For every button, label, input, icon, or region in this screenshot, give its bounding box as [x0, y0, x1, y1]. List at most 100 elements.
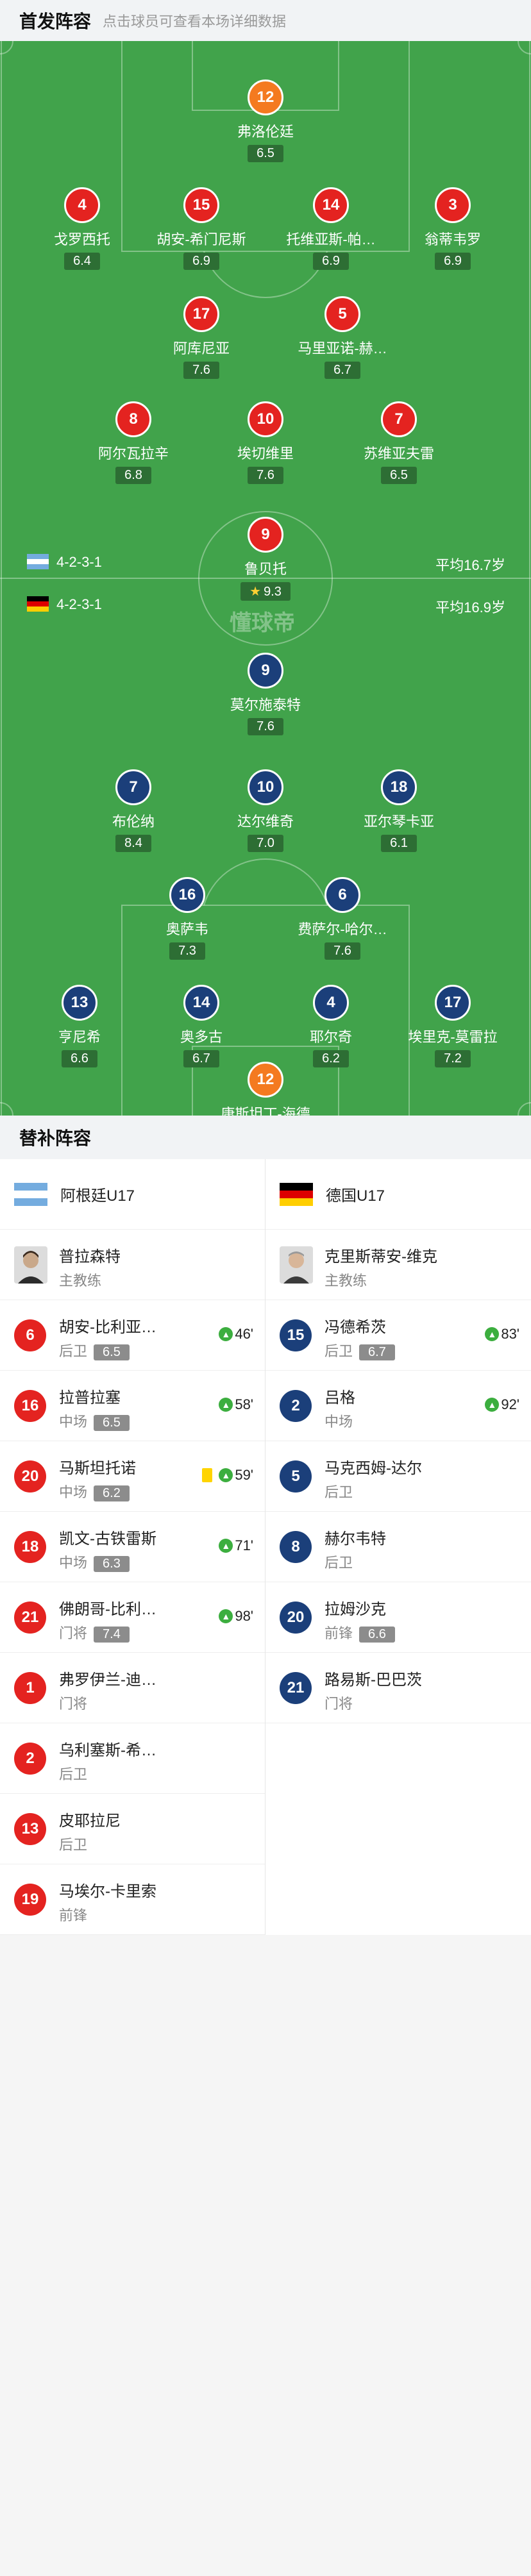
player-marker[interactable]: 5 马里亚诺-赫… 6.7	[278, 296, 407, 379]
player-rating: 6.9	[435, 253, 471, 270]
player-marker[interactable]: 9 莫尔施泰特 7.6	[201, 653, 330, 735]
player-number[interactable]: 9	[248, 517, 283, 553]
player-marker[interactable]: 10 达尔维奇 7.0	[201, 769, 330, 852]
player-marker[interactable]: 14 托维亚斯-帕… 6.9	[267, 187, 395, 270]
player-marker[interactable]: 7 苏维亚夫雷 6.5	[335, 401, 463, 484]
away-team-name: 德国U17	[326, 1187, 385, 1205]
player-marker[interactable]: 3 翁蒂韦罗 6.9	[389, 187, 517, 270]
rating-value: 7.6	[192, 363, 210, 377]
player-number[interactable]: 7	[381, 401, 417, 437]
coach-role: 主教练	[59, 1273, 102, 1289]
sub-player-number: 13	[14, 1813, 46, 1845]
rating-value: 6.5	[257, 146, 274, 160]
player-rating: 6.9	[183, 253, 219, 270]
player-name: 奥多古	[180, 1029, 223, 1045]
player-name: 奥萨韦	[165, 921, 208, 937]
player-number[interactable]: 12	[248, 1062, 283, 1098]
player-marker[interactable]: 13 亨尼希 6.6	[15, 985, 144, 1067]
rating-value: 7.6	[333, 944, 351, 958]
sub-player-row[interactable]: 1 弗罗伊兰-迪… 门将	[0, 1653, 265, 1723]
player-number[interactable]: 12	[248, 79, 283, 115]
player-number[interactable]: 3	[435, 187, 471, 223]
rating-value: 6.1	[390, 836, 408, 850]
sub-player-row[interactable]: 18 凯文-古铁雷斯 中场 6.3 ▲ 71'	[0, 1512, 265, 1582]
player-number[interactable]: 17	[183, 296, 219, 332]
player-number[interactable]: 4	[313, 985, 349, 1021]
rating-value: 7.3	[178, 944, 196, 958]
home-coach-row[interactable]: 普拉森特 主教练	[0, 1230, 265, 1300]
sub-player-rating: 6.7	[359, 1344, 395, 1360]
player-marker[interactable]: 9 鲁贝托 ★ 9.3	[201, 517, 330, 601]
player-number[interactable]: 5	[324, 296, 360, 332]
player-number[interactable]: 18	[381, 769, 417, 805]
sub-player-row[interactable]: 15 冯德希茨 后卫 6.7 ▲ 83'	[266, 1300, 531, 1371]
sub-player-row[interactable]: 21 路易斯-巴巴茨 门将	[266, 1653, 531, 1723]
sub-in-info: ▲ 58'	[219, 1396, 253, 1413]
position-text: 后卫	[324, 1484, 353, 1500]
rating-value: 6.8	[124, 468, 142, 482]
sub-player-number: 19	[14, 1884, 46, 1916]
player-number[interactable]: 10	[248, 401, 283, 437]
player-name: 康斯坦丁-海德	[221, 1106, 310, 1116]
player-marker[interactable]: 17 埃里克-莫雷拉 7.2	[389, 985, 517, 1067]
sub-player-rating: 7.4	[94, 1627, 130, 1643]
sub-player-row[interactable]: 16 拉普拉塞 中场 6.5 ▲ 58'	[0, 1371, 265, 1441]
player-marker[interactable]: 6 费萨尔-哈尔… 7.6	[278, 877, 407, 960]
player-marker[interactable]: 4 戈罗西托 6.4	[18, 187, 146, 270]
player-number[interactable]: 16	[169, 877, 205, 913]
sub-player-name: 乌利塞斯-希…	[59, 1742, 156, 1759]
sub-player-row[interactable]: 13 皮耶拉尼 后卫	[0, 1794, 265, 1864]
player-number[interactable]: 8	[115, 401, 151, 437]
player-rating: 6.5	[248, 145, 283, 162]
player-number[interactable]: 14	[313, 187, 349, 223]
player-number[interactable]: 15	[183, 187, 219, 223]
player-number[interactable]: 13	[62, 985, 97, 1021]
player-number[interactable]: 14	[183, 985, 219, 1021]
sub-player-row[interactable]: 19 马埃尔-卡里索 前锋	[0, 1864, 265, 1935]
player-number[interactable]: 10	[248, 769, 283, 805]
sub-player-row[interactable]: 2 吕格 中场 ▲ 92'	[266, 1371, 531, 1441]
player-marker[interactable]: 8 阿尔瓦拉辛 6.8	[69, 401, 198, 484]
player-marker[interactable]: 7 布伦纳 8.4	[69, 769, 198, 852]
sub-player-row[interactable]: 2 乌利塞斯-希… 后卫	[0, 1723, 265, 1794]
player-number[interactable]: 7	[115, 769, 151, 805]
player-marker[interactable]: 18 亚尔琴卡亚 6.1	[335, 769, 463, 852]
player-marker[interactable]: 12康斯坦丁-海德7.7	[201, 1062, 330, 1116]
player-name: 莫尔施泰特	[230, 697, 301, 713]
player-marker[interactable]: 4 耶尔奇 6.2	[267, 985, 395, 1067]
sub-in-minute: 83'	[501, 1326, 519, 1342]
player-rating: 6.7	[324, 362, 360, 379]
sub-player-row[interactable]: 5 马克西姆-达尔 后卫	[266, 1441, 531, 1512]
position-text: 中场	[324, 1414, 353, 1430]
player-marker[interactable]: 17 阿库尼亚 7.6	[137, 296, 266, 379]
player-rating: 7.6	[324, 942, 360, 960]
sub-player-row[interactable]: 21 佛朗哥-比利… 门将 7.4 ▲ 98'	[0, 1582, 265, 1653]
player-rating: 7.0	[248, 835, 283, 852]
sub-player-row[interactable]: 6 胡安-比利亚… 后卫 6.5 ▲ 46'	[0, 1300, 265, 1371]
sub-in-minute: 46'	[235, 1326, 253, 1342]
away-coach-row[interactable]: 克里斯蒂安-维克 主教练	[266, 1230, 531, 1300]
player-marker[interactable]: 15 胡安-希门尼斯 6.9	[137, 187, 266, 270]
player-marker[interactable]: 10 埃切维里 7.6	[201, 401, 330, 484]
sub-player-name: 马埃尔-卡里索	[59, 1883, 156, 1900]
sub-player-rating: 6.2	[94, 1485, 130, 1501]
rating-value: 7.2	[444, 1051, 462, 1066]
sub-player-row[interactable]: 8 赫尔韦特 后卫	[266, 1512, 531, 1582]
position-text: 中场	[59, 1484, 88, 1500]
player-name: 耶尔奇	[309, 1029, 352, 1045]
sub-player-row[interactable]: 20 马斯坦托诺 中场 6.2 ▲ 59'	[0, 1441, 265, 1512]
rating-value: 6.5	[390, 468, 408, 482]
away-subs-column: 德国U17 克里斯蒂安-维克 主教练 15 冯德希茨 后卫 6.7 ▲ 83' 2 吕格 中场 ▲…	[266, 1159, 531, 1935]
player-marker[interactable]: 12 弗洛伦廷 6.5	[201, 79, 330, 162]
sub-player-number: 5	[280, 1460, 312, 1493]
player-number[interactable]: 17	[435, 985, 471, 1021]
player-number[interactable]: 9	[248, 653, 283, 689]
player-marker[interactable]: 16 奥萨韦 7.3	[123, 877, 251, 960]
player-marker[interactable]: 14 奥多古 6.7	[137, 985, 266, 1067]
sub-player-number: 21	[280, 1672, 312, 1704]
sub-player-name: 赫尔韦特	[324, 1530, 386, 1548]
player-number[interactable]: 4	[64, 187, 100, 223]
sub-player-row[interactable]: 20 拉姆沙克 前锋 6.6	[266, 1582, 531, 1653]
home-average-age: 平均16.7岁	[435, 557, 505, 573]
player-number[interactable]: 6	[324, 877, 360, 913]
